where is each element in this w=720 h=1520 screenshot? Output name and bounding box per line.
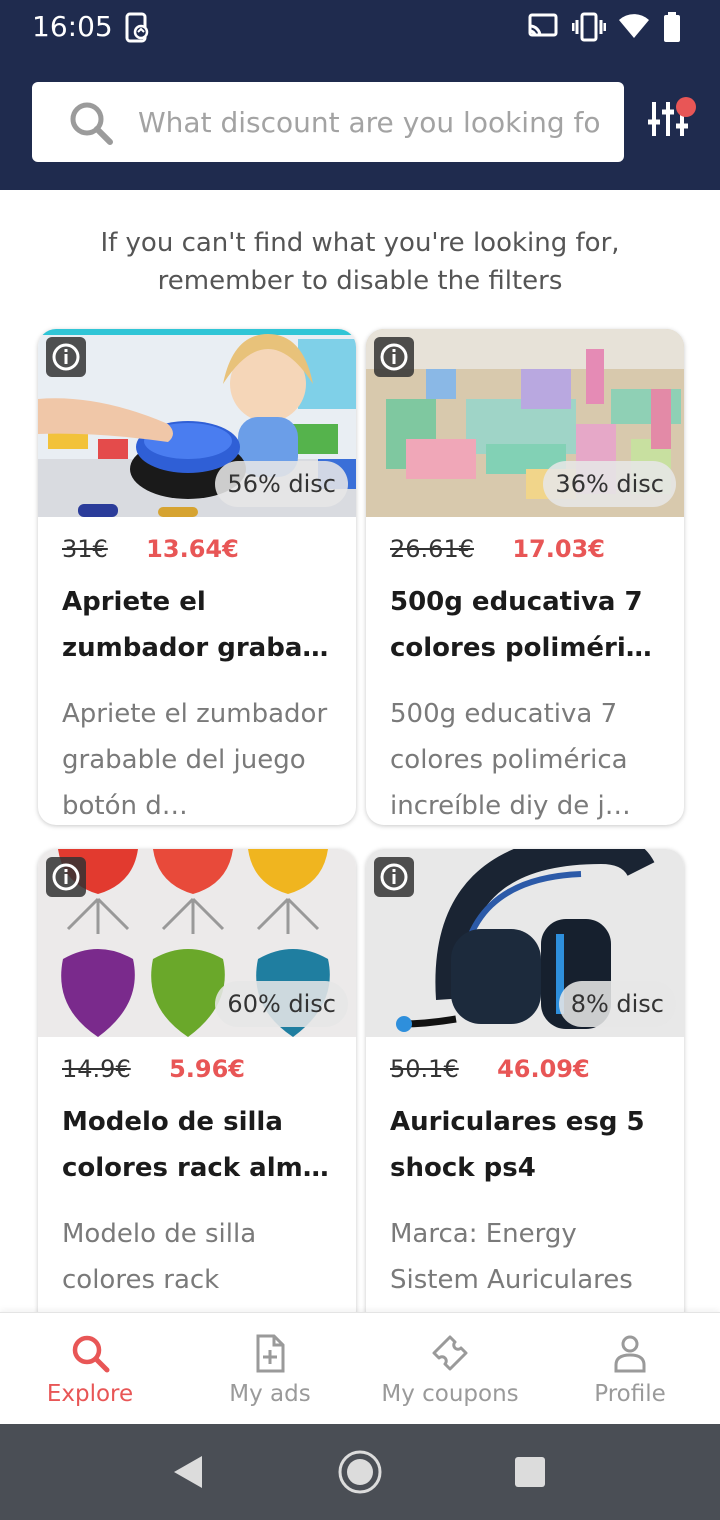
info-button[interactable] bbox=[374, 337, 414, 377]
nav-label: My ads bbox=[229, 1381, 311, 1407]
price-row: 26.61€ 17.03€ bbox=[390, 535, 605, 563]
status-bar: 16:05 bbox=[0, 0, 720, 56]
product-title: 500g educativa 7 colores poliméri… bbox=[390, 587, 652, 663]
filter-active-dot bbox=[676, 97, 696, 117]
search-input[interactable] bbox=[138, 98, 608, 146]
old-price: 26.61€ bbox=[390, 535, 474, 563]
product-image: 60% disc bbox=[38, 849, 356, 1037]
search-icon bbox=[72, 1335, 110, 1373]
filter-button[interactable] bbox=[646, 96, 698, 148]
product-card[interactable]: 8% disc 50.1€ 46.09€ Auriculares esg 5 s… bbox=[366, 849, 684, 1329]
price-row: 31€ 13.64€ bbox=[62, 535, 239, 563]
nav-label: Profile bbox=[594, 1381, 666, 1407]
info-button[interactable] bbox=[46, 857, 86, 897]
info-icon bbox=[52, 343, 80, 371]
price-row: 14.9€ 5.96€ bbox=[62, 1055, 245, 1083]
search-icon bbox=[68, 100, 114, 150]
nav-item-my-coupons[interactable]: My coupons bbox=[360, 1313, 540, 1425]
info-button[interactable] bbox=[374, 857, 414, 897]
nav-item-profile[interactable]: Profile bbox=[540, 1313, 720, 1425]
product-description: Apriete el zumbador grabable del juego b… bbox=[62, 699, 328, 821]
user-icon bbox=[614, 1335, 646, 1373]
search-box[interactable] bbox=[32, 82, 624, 162]
product-title: Apriete el zumbador graba… bbox=[62, 587, 329, 663]
product-title: Modelo de silla colores rack alm… bbox=[62, 1107, 329, 1183]
nav-item-my-ads[interactable]: My ads bbox=[180, 1313, 360, 1425]
recents-button[interactable] bbox=[514, 1456, 546, 1492]
bottom-navigation: Explore My ads My coupons Profile bbox=[0, 1312, 720, 1424]
discount-badge: 56% disc bbox=[215, 461, 348, 507]
vibrate-icon bbox=[571, 12, 607, 46]
old-price: 14.9€ bbox=[62, 1055, 131, 1083]
new-price: 17.03€ bbox=[512, 535, 605, 563]
product-description: 500g educativa 7 colores polimérica incr… bbox=[390, 699, 631, 821]
product-image: 36% disc bbox=[366, 329, 684, 517]
system-navigation-bar bbox=[0, 1424, 720, 1520]
price-row: 50.1€ 46.09€ bbox=[390, 1055, 590, 1083]
product-image: 56% disc bbox=[38, 329, 356, 517]
new-price: 5.96€ bbox=[169, 1055, 245, 1083]
nav-label: Explore bbox=[46, 1381, 134, 1407]
info-icon bbox=[52, 863, 80, 891]
old-price: 50.1€ bbox=[390, 1055, 459, 1083]
discount-badge: 8% disc bbox=[558, 981, 676, 1027]
battery-icon bbox=[664, 12, 680, 46]
info-icon bbox=[380, 343, 408, 371]
product-image: 8% disc bbox=[366, 849, 684, 1037]
wifi-icon bbox=[618, 12, 650, 44]
product-title: Auriculares esg 5 shock ps4 bbox=[390, 1107, 645, 1183]
nav-item-explore[interactable]: Explore bbox=[0, 1313, 180, 1425]
product-card[interactable]: 60% disc 14.9€ 5.96€ Modelo de silla col… bbox=[38, 849, 356, 1329]
status-time: 16:05 bbox=[32, 10, 113, 43]
phone-sync-icon bbox=[124, 12, 150, 48]
old-price: 31€ bbox=[62, 535, 108, 563]
header: 16:05 bbox=[0, 0, 720, 190]
info-icon bbox=[380, 863, 408, 891]
product-card[interactable]: 36% disc 26.61€ 17.03€ 500g educativa 7 … bbox=[366, 329, 684, 825]
back-triangle-icon bbox=[174, 1456, 202, 1488]
coupon-icon bbox=[432, 1335, 468, 1371]
back-button[interactable] bbox=[172, 1454, 204, 1494]
cast-icon bbox=[527, 12, 559, 44]
home-button[interactable] bbox=[337, 1449, 383, 1499]
nav-label: My coupons bbox=[381, 1381, 519, 1407]
recents-square-icon bbox=[515, 1457, 545, 1487]
product-card[interactable]: 56% disc 31€ 13.64€ Apriete el zumbador … bbox=[38, 329, 356, 825]
filters-hint: If you can't find what you're looking fo… bbox=[100, 228, 620, 296]
new-price: 46.09€ bbox=[497, 1055, 590, 1083]
discount-badge: 36% disc bbox=[543, 461, 676, 507]
home-circle-icon bbox=[338, 1450, 382, 1494]
info-button[interactable] bbox=[46, 337, 86, 377]
add-document-icon bbox=[256, 1334, 285, 1373]
app-screen: 16:05 What discount are you looking fo I… bbox=[0, 0, 720, 1520]
new-price: 13.64€ bbox=[146, 535, 239, 563]
discount-badge: 60% disc bbox=[215, 981, 348, 1027]
